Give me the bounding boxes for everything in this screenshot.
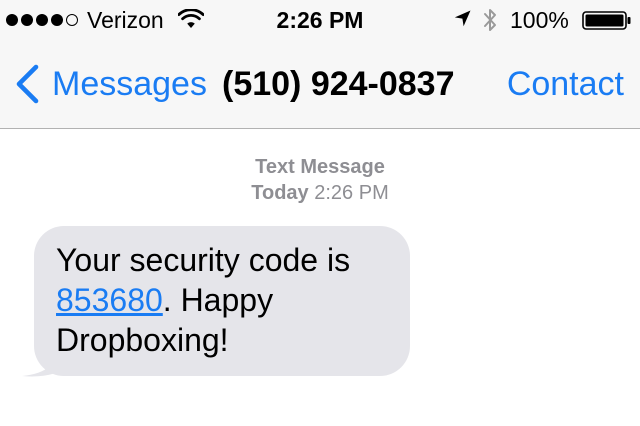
message-service-label: Text Message — [255, 156, 385, 178]
back-to-messages-button[interactable]: Messages — [14, 64, 207, 104]
conversation-header: Text Message Today 2:26 PM — [0, 154, 640, 206]
bluetooth-icon — [484, 9, 496, 31]
battery-icon — [582, 11, 631, 30]
messages-screen: Verizon 2:26 PM 100% Messages (510) 924-… — [0, 0, 640, 426]
navigation-bar: Messages (510) 924-0837 Contact — [0, 40, 640, 129]
security-code-link[interactable]: 853680 — [56, 282, 163, 318]
battery-percent: 100% — [510, 7, 569, 33]
back-button-label: Messages — [52, 65, 207, 103]
conversation-title: (510) 924-0837 — [222, 65, 455, 103]
status-bar: Verizon 2:26 PM 100% — [0, 0, 640, 40]
location-arrow-icon — [454, 10, 471, 27]
message-text-before: Your security code is — [56, 242, 351, 278]
message-bubble: Your security code is 853680. Happy Drop… — [34, 226, 410, 376]
chevron-left-icon — [16, 64, 39, 104]
timestamp-day: Today — [251, 182, 309, 204]
contact-button[interactable]: Contact — [507, 64, 624, 104]
incoming-message[interactable]: Your security code is 853680. Happy Drop… — [20, 226, 420, 378]
message-timestamp: Today 2:26 PM — [0, 180, 640, 206]
timestamp-time: 2:26 PM — [314, 182, 389, 204]
